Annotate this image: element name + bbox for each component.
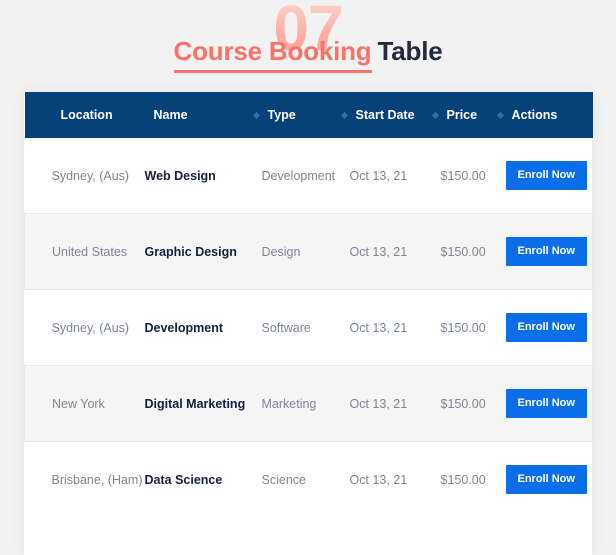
table-card: Location Name Type Start Date Price Acti… bbox=[24, 92, 593, 555]
column-header-label: Actions bbox=[511, 108, 558, 122]
table-row: Sydney, (Aus) Development Software Oct 1… bbox=[25, 290, 593, 366]
diamond-icon bbox=[340, 111, 348, 119]
page-title: Course Booking Table bbox=[0, 36, 616, 73]
column-header-label: Name bbox=[153, 108, 188, 122]
cell-actions: Enroll Now bbox=[505, 213, 593, 290]
page-header: 07 Course Booking Table bbox=[0, 0, 616, 92]
cell-name: Graphic Design bbox=[144, 213, 262, 290]
cell-location: Sydney, (Aus) bbox=[51, 168, 130, 183]
cell-actions: Enroll Now bbox=[505, 138, 593, 214]
cell-actions: Enroll Now bbox=[505, 442, 593, 518]
table-head: Location Name Type Start Date Price Acti… bbox=[24, 92, 593, 138]
cell-type: Development bbox=[261, 168, 336, 183]
column-header-label: Price bbox=[446, 108, 478, 122]
cell-price: $150.00 bbox=[440, 365, 506, 442]
cell-actions: Enroll Now bbox=[505, 365, 593, 442]
page-root: 07 Course Booking Table Location Name Ty… bbox=[0, 0, 616, 555]
cell-start-date: Oct 13, 21 bbox=[349, 168, 408, 183]
table-row: New York Digital Marketing Marketing Oct… bbox=[24, 365, 593, 442]
course-booking-table: Location Name Type Start Date Price Acti… bbox=[24, 92, 593, 517]
card-footer-spacer bbox=[24, 517, 592, 555]
table-row: Brisbane, (Ham) Data Science Science Oct… bbox=[25, 442, 593, 518]
diamond-icon bbox=[431, 111, 439, 119]
cell-type: Design bbox=[261, 213, 350, 290]
cell-start-date: Oct 13, 21 bbox=[349, 320, 408, 335]
cell-name: Data Science bbox=[144, 472, 223, 487]
enroll-now-button[interactable]: Enroll Now bbox=[505, 389, 587, 418]
page-title-rest: Table bbox=[377, 36, 443, 66]
cell-start-date: Oct 13, 21 bbox=[349, 472, 408, 487]
table-row: United States Graphic Design Design Oct … bbox=[24, 213, 593, 290]
enroll-now-button[interactable]: Enroll Now bbox=[505, 161, 587, 190]
cell-price: $150.00 bbox=[440, 320, 486, 335]
column-header-location[interactable]: Location bbox=[25, 92, 145, 138]
column-header-name[interactable]: Name bbox=[145, 92, 262, 138]
enroll-now-button[interactable]: Enroll Now bbox=[505, 237, 587, 266]
cell-actions: Enroll Now bbox=[505, 290, 593, 366]
table-row: Sydney, (Aus) Web Design Development Oct… bbox=[25, 138, 593, 214]
table-body: Sydney, (Aus) Web Design Development Oct… bbox=[24, 138, 593, 518]
cell-name: Web Design bbox=[144, 168, 216, 183]
cell-location: United States bbox=[24, 213, 145, 290]
column-header-type[interactable]: Type bbox=[252, 92, 350, 138]
cell-name: Digital Marketing bbox=[144, 365, 262, 442]
cell-location: Sydney, (Aus) bbox=[51, 320, 130, 335]
enroll-now-button[interactable]: Enroll Now bbox=[505, 313, 587, 342]
cell-location: New York bbox=[24, 365, 145, 442]
cell-start-date: Oct 13, 21 bbox=[349, 213, 441, 290]
cell-location: Brisbane, (Ham) bbox=[51, 472, 143, 487]
cell-start-date: Oct 13, 21 bbox=[349, 365, 441, 442]
cell-type: Software bbox=[261, 320, 311, 335]
cell-type: Marketing bbox=[261, 365, 350, 442]
table-header-row: Location Name Type Start Date Price Acti… bbox=[24, 92, 593, 138]
page-title-accent: Course Booking bbox=[173, 36, 372, 73]
cell-name: Development bbox=[144, 320, 224, 335]
diamond-icon bbox=[496, 111, 504, 119]
cell-type: Science bbox=[261, 472, 306, 487]
column-header-actions[interactable]: Actions bbox=[496, 92, 593, 138]
column-header-start-date[interactable]: Start Date bbox=[340, 92, 441, 138]
column-header-label: Location bbox=[60, 108, 113, 122]
diamond-icon bbox=[252, 111, 260, 119]
column-header-label: Type bbox=[267, 108, 296, 122]
cell-price: $150.00 bbox=[440, 472, 486, 487]
cell-price: $150.00 bbox=[440, 168, 486, 183]
enroll-now-button[interactable]: Enroll Now bbox=[505, 465, 587, 494]
cell-price: $150.00 bbox=[440, 213, 506, 290]
column-header-label: Start Date bbox=[355, 108, 415, 122]
